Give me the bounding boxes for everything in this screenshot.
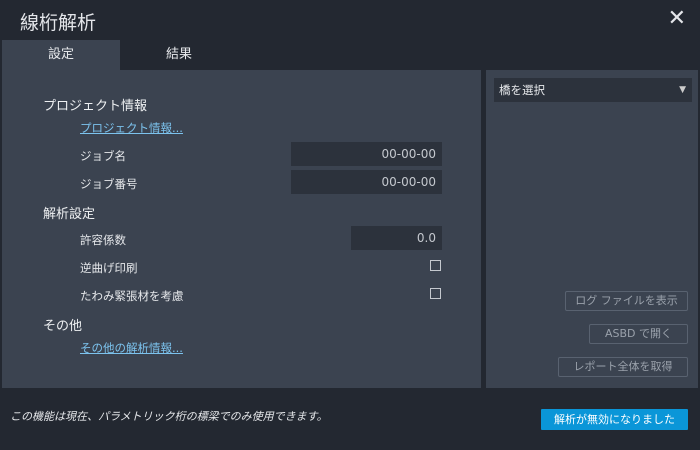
bridge-select-value: 橋を選択 <box>499 83 545 97</box>
job-number-input[interactable]: 00-00-00 <box>291 170 442 194</box>
deflection-label: たわみ緊張材を考慮 <box>80 289 184 303</box>
tab-results[interactable]: 結果 <box>120 40 238 70</box>
analysis-disabled-button[interactable]: 解析が無効になりました <box>541 409 688 430</box>
project-info-link[interactable]: プロジェクト情報... <box>80 120 183 136</box>
bridge-select[interactable]: 橋を選択 ▼ <box>494 78 692 102</box>
analysis-section-heading: 解析設定 <box>43 207 96 222</box>
job-name-label: ジョブ名 <box>80 149 126 163</box>
window-title: 線桁解析 <box>20 12 97 34</box>
other-section-heading: その他 <box>43 319 83 334</box>
get-report-button[interactable]: レポート全体を取得 <box>558 357 688 377</box>
reverse-camber-label: 逆曲げ印刷 <box>80 261 138 275</box>
open-asbd-button[interactable]: ASBD で開く <box>589 324 688 344</box>
job-number-label: ジョブ番号 <box>80 177 138 191</box>
chevron-down-icon: ▼ <box>679 85 686 95</box>
job-name-input[interactable]: 00-00-00 <box>291 142 442 166</box>
reverse-camber-checkbox[interactable] <box>430 260 441 271</box>
footer-notice: この機能は現在、パラメトリック桁の標梁でのみ使用できます。 <box>10 410 328 423</box>
deflection-checkbox[interactable] <box>430 288 441 299</box>
close-icon[interactable]: ✕ <box>668 6 686 31</box>
tolerance-label: 許容係数 <box>80 233 126 247</box>
tab-settings[interactable]: 設定 <box>2 40 120 70</box>
project-section-heading: プロジェクト情報 <box>43 99 148 114</box>
tolerance-input[interactable]: 0.0 <box>351 226 442 250</box>
view-log-button[interactable]: ログ ファイルを表示 <box>565 291 688 311</box>
other-info-link[interactable]: その他の解析情報... <box>80 340 183 356</box>
